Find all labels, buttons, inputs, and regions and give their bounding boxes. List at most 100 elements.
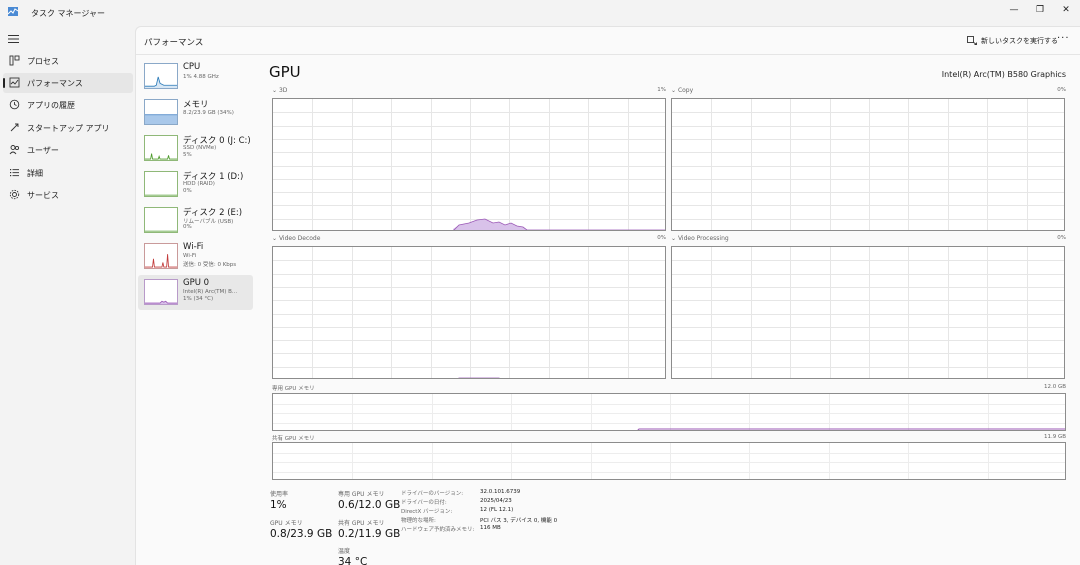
physical-location-value: PCI バス 3, デバイス 0, 機能 0 (480, 518, 558, 524)
gpu-0-thumbnail (144, 279, 178, 305)
reserved-memory-value: 116 MB (480, 525, 501, 531)
device-detail: SSD (NVMe) (183, 145, 217, 151)
graph-grid (273, 443, 1065, 479)
engine-3d-percent: 1% (657, 87, 666, 93)
engine-3d-chart (273, 99, 665, 230)
driver-version-key: ドライバーのバージョン: (401, 491, 464, 497)
run-task-icon (967, 36, 977, 45)
device-detail: Intel(R) Arc(TM) B... (183, 289, 238, 295)
dedicated-memory-value: 0.6/12.0 GB (338, 499, 401, 511)
sidebar-item-performance[interactable]: パフォーマンス (3, 73, 133, 93)
process-icon (9, 55, 20, 66)
history-icon (9, 99, 20, 110)
device-item-gpu-0[interactable]: GPU 0 Intel(R) Arc(TM) B... 1% (34 °C) (138, 275, 253, 310)
cpu-thumbnail (144, 63, 178, 89)
dedicated-memory-max: 12.0 GB (1043, 384, 1066, 390)
sidebar-item-startup-apps[interactable]: スタートアップ アプリ (3, 118, 133, 138)
window-title: タスク マネージャー (31, 9, 105, 18)
device-item-disk-1[interactable]: ディスク 1 (D:) HDD (RAID) 0% (138, 167, 253, 202)
main-panel: パフォーマンス 新しいタスクを実行する ··· CPU 1% 4.88 GHz … (135, 26, 1080, 565)
memory-thumbnail (144, 99, 178, 125)
device-item-cpu[interactable]: CPU 1% 4.88 GHz (138, 59, 253, 94)
device-item-disk-0[interactable]: ディスク 0 (J: C:) SSD (NVMe) 5% (138, 131, 253, 166)
sidebar-item-users[interactable]: ユーザー (3, 140, 133, 160)
utilization-value: 1% (270, 499, 287, 511)
sidebar-item-label: ユーザー (27, 146, 59, 155)
driver-date-value: 2025/04/23 (480, 498, 512, 504)
gpu-title: GPU (269, 63, 301, 81)
details-icon (10, 169, 19, 177)
engine-3d-label[interactable]: ⌄ 3D (272, 87, 287, 94)
sidebar-item-processes[interactable]: プロセス (3, 51, 133, 71)
device-usage: 0% (183, 224, 192, 230)
sidebar-item-label: スタートアップ アプリ (27, 124, 110, 133)
graph-grid (273, 394, 1065, 430)
shared-memory-chart (273, 443, 1065, 479)
temperature-label: 温度 (338, 548, 351, 555)
sidebar-item-label: サービス (27, 191, 59, 200)
temperature-value: 34 °C (338, 556, 368, 565)
engine-video-decode-graph (272, 246, 666, 379)
sidebar-item-app-history[interactable]: アプリの履歴 (3, 95, 133, 115)
device-detail: 1% 4.88 GHz (183, 74, 219, 80)
device-item-memory[interactable]: メモリ 8.2/23.9 GB (34%) (138, 95, 253, 130)
device-item-wifi[interactable]: Wi-Fi Wi-Fi 送信: 0 受信: 0 Kbps (138, 239, 253, 274)
users-icon (9, 145, 20, 155)
sidebar-item-label: 詳細 (27, 169, 43, 178)
graph-grid (273, 99, 665, 230)
services-icon (9, 189, 20, 200)
device-usage: 5% (183, 152, 192, 158)
performance-icon (9, 77, 20, 88)
engine-video-decode-percent: 0% (657, 235, 666, 241)
engine-copy-percent: 0% (1057, 87, 1066, 93)
close-button[interactable]: ✕ (1055, 3, 1077, 17)
sidebar-item-services[interactable]: サービス (3, 185, 133, 205)
engine-video-processing-label[interactable]: ⌄ Video Processing (671, 235, 729, 242)
device-name: メモリ (183, 100, 209, 110)
restore-button[interactable]: ❐ (1029, 3, 1051, 17)
page-title: パフォーマンス (144, 38, 204, 48)
reserved-memory-key: ハードウェア予約済みメモリ: (401, 527, 475, 533)
gpu-memory-label: GPU メモリ (270, 520, 303, 527)
disk-1-thumbnail (144, 171, 178, 197)
dedicated-memory-graph (272, 393, 1066, 431)
minimize-button[interactable]: — (1003, 3, 1025, 17)
active-indicator (3, 78, 5, 88)
device-usage: 1% (34 °C) (183, 296, 214, 302)
dedicated-memory-chart (273, 394, 1065, 430)
device-item-disk-2[interactable]: ディスク 2 (E:) リムーバブル (USB) 0% (138, 203, 253, 238)
task-manager-icon (8, 7, 18, 16)
startup-icon (10, 123, 19, 132)
shared-memory-graph-label: 共有 GPU メモリ (272, 436, 315, 442)
graph-grid (273, 247, 665, 378)
engine-video-decode-label[interactable]: ⌄ Video Decode (272, 235, 320, 242)
dedicated-memory-graph-label: 専用 GPU メモリ (272, 386, 315, 392)
sidebar-item-details[interactable]: 詳細 (3, 163, 133, 183)
sidebar-item-label: パフォーマンス (27, 79, 83, 88)
shared-memory-max: 11.9 GB (1043, 434, 1066, 440)
device-detail: HDD (RAID) (183, 181, 215, 187)
dedicated-memory-label: 専用 GPU メモリ (338, 491, 385, 498)
graph-grid (672, 99, 1064, 230)
directx-version-value: 12 (FL 12.1) (480, 507, 514, 513)
device-usage: 0% (183, 188, 192, 194)
hamburger-menu-icon[interactable] (8, 35, 19, 43)
device-name: GPU 0 (183, 278, 210, 288)
engine-copy-label[interactable]: ⌄ Copy (671, 87, 693, 94)
sidebar-item-label: プロセス (27, 57, 59, 66)
run-task-label: 新しいタスクを実行する (981, 37, 1058, 45)
wifi-thumbnail (144, 243, 178, 269)
device-detail: Wi-Fi (183, 253, 197, 259)
gpu-memory-value: 0.8/23.9 GB (270, 528, 333, 540)
shared-memory-graph (272, 442, 1066, 480)
engine-copy-chart (672, 99, 1064, 230)
more-options-button[interactable]: ··· (1057, 33, 1070, 44)
disk-2-thumbnail (144, 207, 178, 233)
engine-video-processing-chart (672, 247, 1064, 378)
shared-memory-value: 0.2/11.9 GB (338, 528, 401, 540)
driver-date-key: ドライバーの日付: (401, 500, 447, 506)
utilization-label: 使用率 (270, 491, 289, 498)
shared-memory-label: 共有 GPU メモリ (338, 520, 385, 527)
graph-grid (672, 247, 1064, 378)
sidebar: プロセス パフォーマンス アプリの履歴 スタートアップ アプリ ユーザー 詳細 … (0, 26, 135, 565)
